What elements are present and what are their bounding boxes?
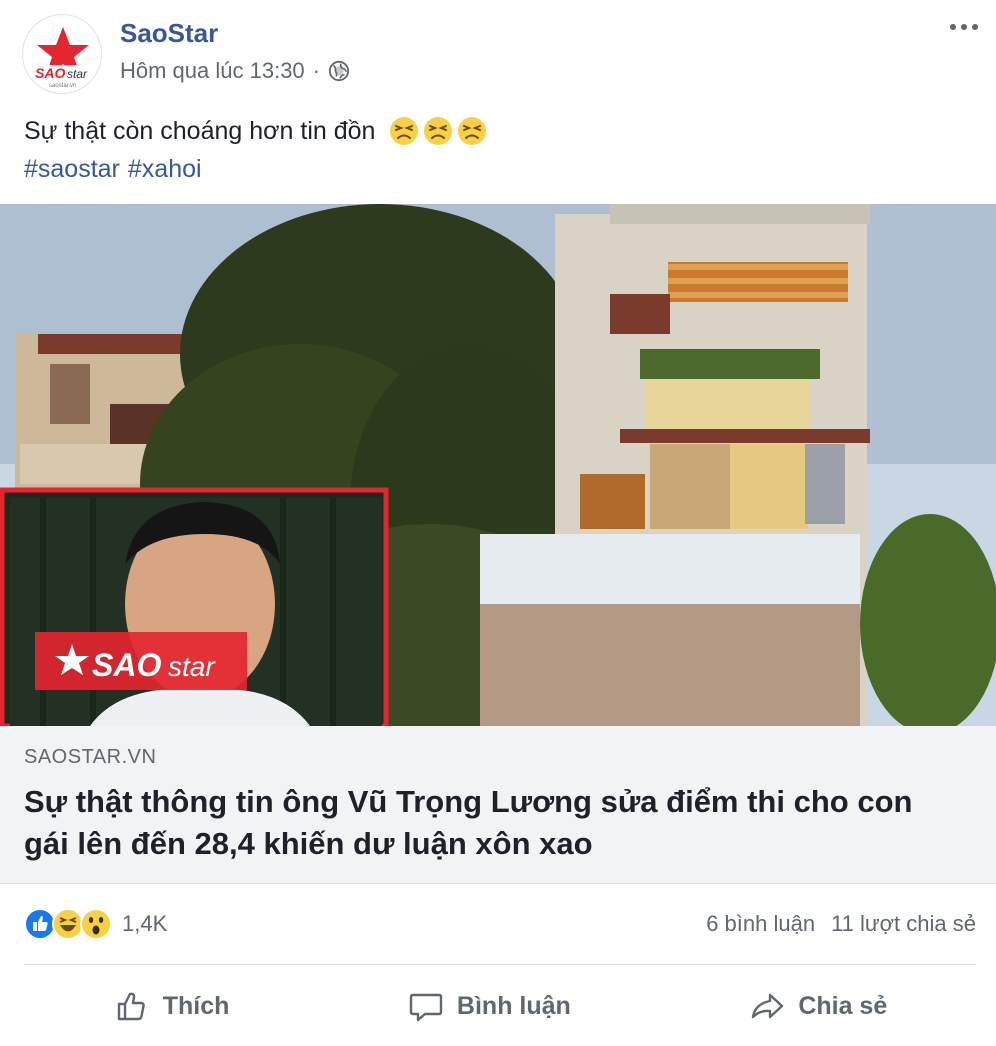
globe-icon[interactable] <box>328 60 350 82</box>
thumbs-up-icon <box>117 992 145 1021</box>
tired-face-icon <box>458 117 487 145</box>
like-button[interactable]: Thích <box>93 979 250 1033</box>
link-preview-info[interactable]: SAOSTAR.VN Sự thật thông tin ông Vũ Trọn… <box>0 726 996 884</box>
logo-sub-text: saostar.vn <box>49 83 76 89</box>
tired-face-icon <box>390 117 419 145</box>
comment-label: Bình luận <box>456 991 571 1020</box>
tired-face-icon <box>424 117 453 145</box>
post-stats: 6 bình luận 11 lượt chia sẻ <box>706 911 976 937</box>
meta-separator: · <box>312 58 320 83</box>
hashtags: #saostar #xahoi <box>24 150 487 188</box>
link-preview-image[interactable]: SAO star <box>0 204 996 726</box>
share-label: Chia sẻ <box>798 991 888 1020</box>
comment-button[interactable]: Bình luận <box>387 979 591 1033</box>
comment-count[interactable]: 6 bình luận <box>706 911 815 937</box>
page-avatar[interactable]: SAO star saostar.vn <box>22 14 102 94</box>
share-count[interactable]: 11 lượt chia sẻ <box>831 911 976 937</box>
link-domain: SAOSTAR.VN <box>24 746 157 768</box>
reaction-summary[interactable]: 1,4K <box>24 908 167 940</box>
divider <box>24 964 976 965</box>
more-options-icon[interactable] <box>946 14 982 40</box>
logo-sao-text: SAO <box>35 65 65 81</box>
comment-bubble-icon <box>409 993 443 1022</box>
engagement-bar: 1,4K 6 bình luận 11 lượt chia sẻ <box>24 904 976 944</box>
post-timestamp[interactable]: Hôm qua lúc 13:30 <box>120 58 305 84</box>
link-title[interactable]: Sự thật thông tin ông Vũ Trọng Lương sửa… <box>24 781 964 865</box>
share-button[interactable]: Chia sẻ <box>728 979 907 1033</box>
news-photo: SAO star <box>0 204 996 726</box>
logo-star-text: star <box>67 67 88 81</box>
facebook-post: SAO star saostar.vn SaoStar Hôm qua lúc … <box>0 0 996 1046</box>
wow-reaction-icon <box>80 908 112 940</box>
post-message: Sự thật còn choáng hơn tin đồn <box>24 117 376 145</box>
watermark-sao-text: SAO <box>92 647 161 683</box>
watermark-star-text: star <box>168 651 216 682</box>
hashtag-link[interactable]: #xahoi <box>128 155 202 183</box>
share-arrow-icon <box>752 993 784 1019</box>
like-label: Thích <box>162 991 230 1020</box>
page-name-link[interactable]: SaoStar <box>120 18 218 49</box>
post-meta: Hôm qua lúc 13:30 · <box>120 58 350 84</box>
saostar-logo: SAO star saostar.vn <box>23 15 101 93</box>
reaction-count[interactable]: 1,4K <box>122 911 167 937</box>
post-actions: Thích Bình luận Chia sẻ <box>24 978 976 1034</box>
hashtag-link[interactable]: #saostar <box>24 155 120 183</box>
post-body: Sự thật còn choáng hơn tin đồn #saostar … <box>24 112 487 188</box>
